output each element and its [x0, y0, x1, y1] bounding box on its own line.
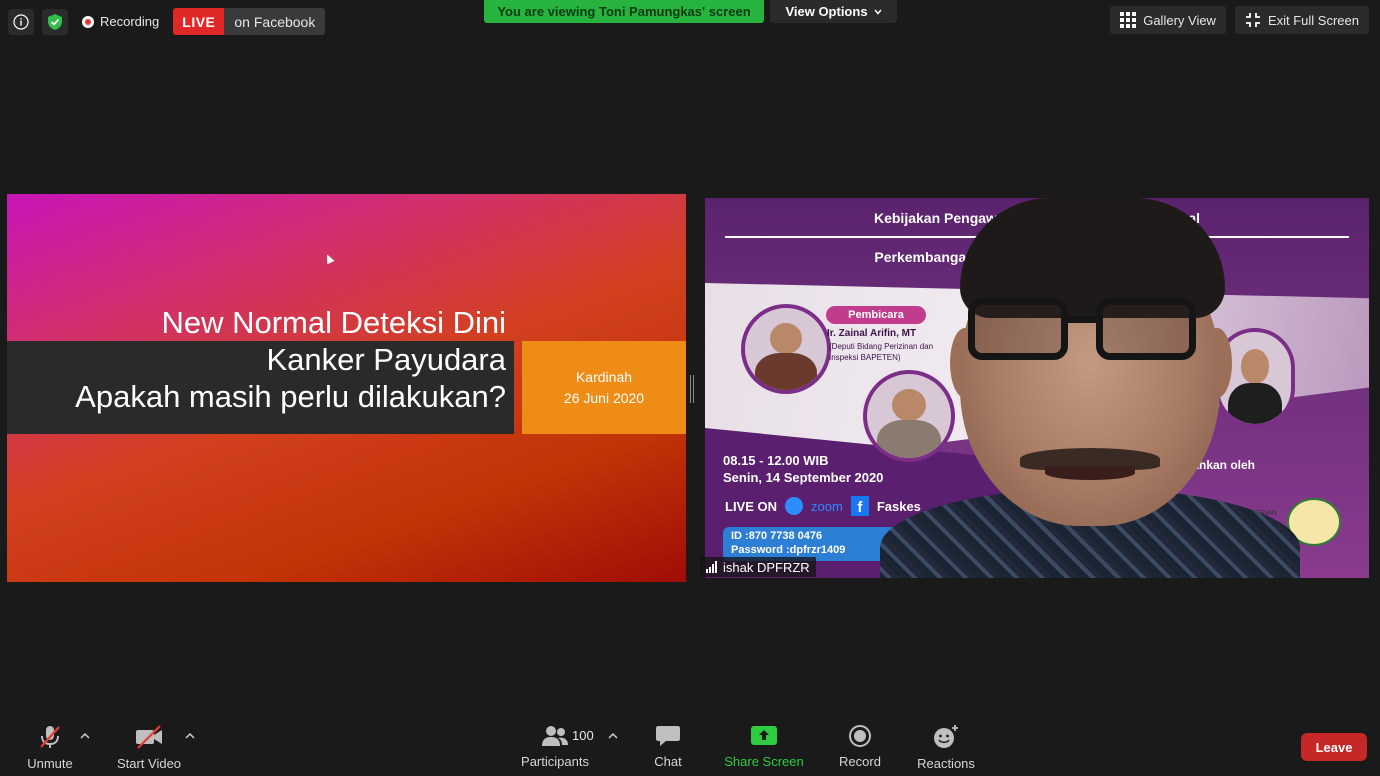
speaker-tag: Pembicara [826, 306, 926, 324]
split-view-handle[interactable] [690, 375, 694, 403]
event-schedule: 08.15 - 12.00 WIB Senin, 14 September 20… [723, 452, 883, 486]
zoom-label: zoom [811, 498, 843, 514]
participants-icon [542, 726, 568, 746]
slide-author-box: Kardinah 26 Juni 2020 [522, 341, 686, 434]
participant-name: ishak DPFRZR [723, 559, 810, 575]
view-options-button[interactable]: View Options [770, 0, 897, 23]
reactions-button[interactable]: Reactions [914, 716, 978, 776]
meeting-password: Password :dpfrzr1409 [731, 544, 846, 556]
participants-label: Participants [521, 754, 589, 769]
meeting-status-bar: Recording LIVE on Facebook [8, 8, 326, 35]
chevron-up-icon [608, 732, 618, 739]
audio-options-caret[interactable] [80, 732, 90, 742]
grid-icon [1120, 12, 1137, 28]
view-controls: Gallery View Exit Full Screen [1110, 6, 1369, 34]
speaker-role: (Deputi Bidang Perizinan dan Inspeksi BA… [829, 342, 934, 362]
microphone-muted-icon [40, 726, 60, 748]
slide-author: Kardinah [575, 368, 633, 385]
speaker-name: Ir. Zainal Arifin, MT [827, 328, 917, 339]
speaker-photo-1 [741, 304, 831, 394]
chat-label: Chat [654, 754, 682, 769]
shield-check-icon [48, 13, 62, 30]
record-button[interactable]: Record [834, 716, 886, 776]
share-screen-button[interactable]: Share Screen [722, 716, 806, 776]
recording-indicator[interactable]: Recording [76, 9, 165, 35]
share-screen-label: Share Screen [724, 754, 804, 769]
chevron-down-icon [873, 9, 882, 15]
participant-person [880, 198, 1300, 578]
start-video-label: Start Video [116, 756, 182, 771]
faskes-label: Faskes [876, 498, 921, 514]
recording-label: Recording [100, 14, 160, 29]
signal-strength-icon [706, 561, 717, 573]
meeting-toolbar: Unmute Start Video Participants 100 Chat… [0, 716, 1380, 776]
meeting-info-button[interactable] [8, 8, 34, 35]
chevron-up-icon [80, 732, 90, 739]
chat-bubble-icon [656, 726, 680, 746]
video-options-caret[interactable] [185, 732, 195, 742]
slide-title-line-2: Kanker Payudara [266, 342, 506, 377]
participants-options-caret[interactable] [608, 732, 618, 742]
video-camera-off-icon [136, 725, 162, 749]
participants-button[interactable]: Participants [514, 716, 596, 776]
event-date: Senin, 14 September 2020 [723, 470, 884, 485]
participant-video-tile[interactable]: Kebijakan Pengawasan Fasilita an Interve… [705, 198, 1369, 578]
chat-button[interactable]: Chat [646, 716, 690, 776]
event-time: 08.15 - 12.00 WIB [723, 453, 829, 468]
live-on-row: LIVE ON zoom f Faskes [725, 496, 921, 516]
participants-count: 100 [572, 728, 594, 743]
participant-name-tag: ishak DPFRZR [700, 557, 816, 577]
share-screen-icon [751, 726, 777, 745]
live-destination: on Facebook [224, 8, 326, 35]
live-stream-indicator[interactable]: LIVE on Facebook [173, 8, 326, 35]
zoom-logo-icon [785, 497, 804, 515]
viewing-screen-banner: You are viewing Toni Pamungkas' screen [484, 0, 764, 23]
shared-screen-slide[interactable]: New Normal Deteksi Dini Kanker Payudara … [7, 194, 686, 582]
facebook-logo-icon: f [850, 496, 869, 516]
encryption-button[interactable] [42, 8, 68, 35]
slide-title-line-1: New Normal Deteksi Dini [161, 305, 506, 340]
slide-title-line-3: Apakah masih perlu dilakukan? [75, 379, 506, 414]
chevron-up-icon [185, 732, 195, 739]
reaction-smiley-icon [934, 725, 958, 748]
meeting-id-box: ID :870 7738 0476 Password :dpfrzr1409 [723, 527, 903, 561]
reactions-label: Reactions [917, 756, 975, 771]
exit-full-screen-button[interactable]: Exit Full Screen [1234, 6, 1369, 34]
glasses-icon [968, 298, 1208, 368]
gallery-view-button[interactable]: Gallery View [1110, 6, 1226, 34]
view-options-label: View Options [785, 4, 868, 19]
start-video-button[interactable]: Start Video [112, 716, 186, 776]
record-label: Record [839, 754, 881, 769]
record-dot-icon [82, 15, 94, 28]
info-icon [13, 13, 29, 30]
leave-meeting-button[interactable]: Leave [1301, 733, 1367, 761]
live-badge: LIVE [173, 8, 225, 35]
record-icon [849, 725, 871, 747]
zoom-meeting-window: Recording LIVE on Facebook You are viewi… [0, 0, 1380, 776]
meeting-id: ID :870 7738 0476 [731, 530, 823, 542]
slide-title: New Normal Deteksi Dini Kanker Payudara … [75, 304, 506, 415]
mouse-cursor-icon [323, 252, 335, 265]
unmute-button[interactable]: Unmute [20, 716, 80, 776]
slide-date: 26 Juni 2020 [563, 389, 645, 406]
exit-full-screen-label: Exit Full Screen [1267, 12, 1359, 28]
gallery-view-label: Gallery View [1143, 12, 1216, 28]
unmute-label: Unmute [27, 756, 73, 771]
exit-fullscreen-icon [1245, 13, 1260, 27]
live-on-label: LIVE ON [725, 498, 778, 514]
